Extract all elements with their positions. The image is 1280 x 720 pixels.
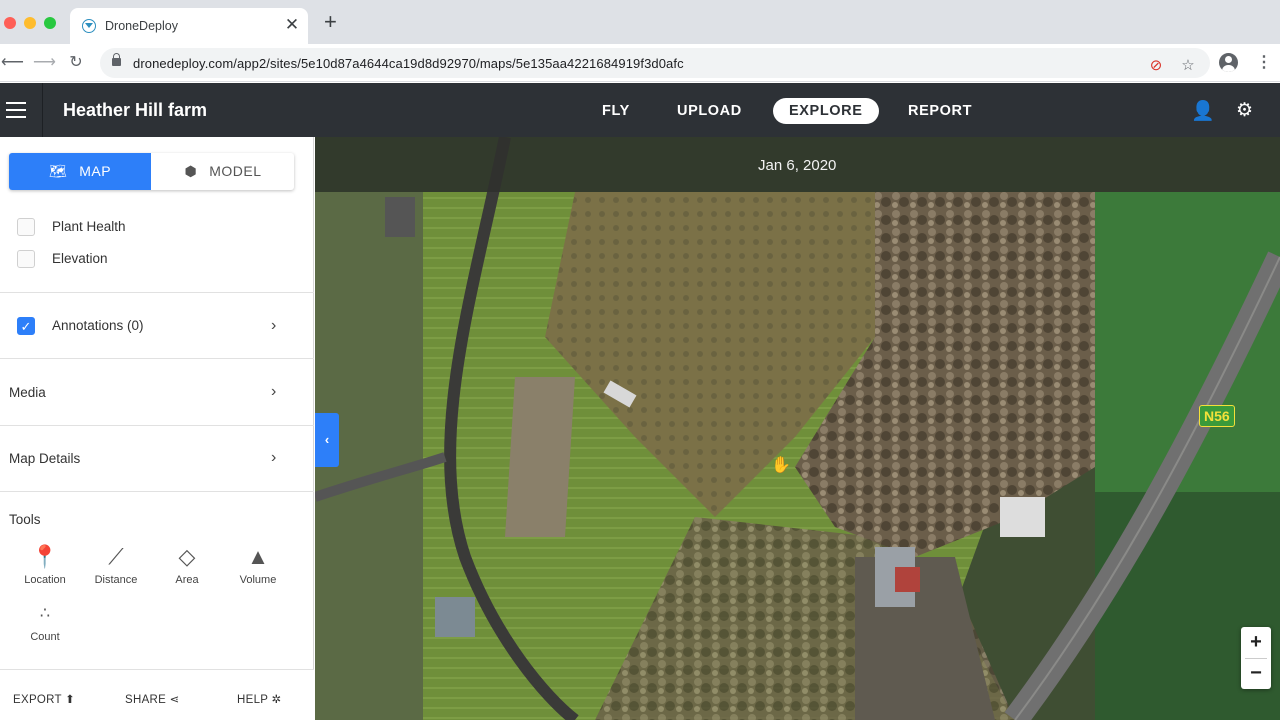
tool-area[interactable]: ◇ Area (157, 542, 217, 586)
divider (0, 292, 314, 293)
tool-distance-label: Distance (94, 574, 138, 586)
blocked-content-icon[interactable]: ⊘ (1146, 56, 1166, 74)
browser-tab-strip: DroneDeploy ✕ + (0, 0, 1280, 44)
upload-arrow-icon: ⬆ (65, 694, 76, 706)
nav-explore[interactable]: EXPLORE (773, 98, 879, 124)
export-button[interactable]: EXPORT ⬆ (13, 692, 75, 706)
forward-arrow-icon[interactable]: ⟶ (33, 52, 56, 72)
media-chevron-icon[interactable]: › (271, 383, 276, 401)
plant-health-label: Plant Health (52, 219, 126, 234)
tools-title: Tools (9, 512, 41, 527)
divider (0, 425, 314, 426)
tool-location[interactable]: 📍 Location (15, 542, 75, 586)
zoom-out-button[interactable]: − (1241, 658, 1271, 689)
back-arrow-icon[interactable]: ⟵ (1, 52, 24, 72)
help-label: HELP (237, 694, 269, 706)
window-minimize-dot[interactable] (24, 17, 36, 29)
nav-report[interactable]: REPORT (908, 103, 972, 119)
annotations-checkbox[interactable]: ✓ (17, 317, 35, 335)
share-icon: ⋖ (169, 694, 180, 706)
browser-menu-icon[interactable]: ⋮ (1256, 52, 1272, 72)
browser-tab[interactable]: DroneDeploy ✕ (70, 8, 308, 44)
model-view-label: MODEL (209, 163, 262, 179)
plant-health-checkbox[interactable] (17, 218, 35, 236)
site-title: Heather Hill farm (63, 100, 208, 120)
map-details-section[interactable]: Map Details (9, 451, 80, 466)
pyramid-icon: ▲ (247, 544, 269, 569)
tab-title: DroneDeploy (105, 19, 178, 33)
tab-close-icon[interactable]: ✕ (282, 15, 302, 35)
gear-icon[interactable]: ⚙ (1236, 99, 1253, 122)
share-button[interactable]: SHARE ⋖ (125, 692, 180, 706)
map-viewport[interactable]: Jan 6, 2020 (315, 137, 1280, 720)
hamburger-menu-icon[interactable] (6, 102, 26, 118)
annotations-label: Annotations (0) (52, 318, 144, 333)
add-user-icon[interactable]: 👤 (1191, 99, 1215, 123)
annotations-row[interactable]: ✓ Annotations (0) (17, 317, 297, 337)
nav-fly[interactable]: FLY (602, 103, 630, 119)
zoom-control: + − (1241, 627, 1271, 689)
dronedeploy-favicon-icon (82, 19, 96, 33)
media-section[interactable]: Media (9, 385, 46, 400)
tool-count[interactable]: ∴ Count (15, 599, 75, 643)
sidebar-footer: EXPORT ⬆ SHARE ⋖ HELP ✲ (0, 669, 314, 720)
lock-icon (112, 53, 121, 66)
zoom-in-button[interactable]: + (1241, 627, 1271, 658)
window-close-dot[interactable] (4, 17, 16, 29)
map-view-button[interactable]: 🗺 MAP (9, 153, 151, 190)
tool-distance[interactable]: ⟋ Distance (86, 542, 146, 586)
app-header: Heather Hill farm FLY UPLOAD EXPLORE REP… (0, 83, 1280, 137)
share-label: SHARE (125, 694, 167, 706)
tool-location-label: Location (24, 574, 66, 586)
capture-date: Jan 6, 2020 (758, 157, 837, 174)
ruler-line-icon: ⟋ (108, 544, 124, 569)
model-view-button[interactable]: ⬢ MODEL (152, 153, 294, 190)
reload-icon[interactable]: ↻ (65, 52, 87, 72)
browser-toolbar: ⟵ ⟶ ↻ dronedeploy.com/app2/sites/5e10d87… (0, 44, 1280, 82)
annotations-chevron-icon[interactable]: › (271, 317, 276, 335)
profile-avatar-icon[interactable] (1219, 53, 1238, 72)
tool-area-label: Area (175, 574, 199, 586)
map-icon: 🗺 (48, 163, 68, 179)
road-sign-label: N56 (1199, 405, 1235, 427)
map-view-label: MAP (79, 163, 112, 179)
cube-icon: ⬢ (184, 163, 198, 179)
date-banner: Jan 6, 2020 (315, 137, 1280, 192)
divider (0, 358, 314, 359)
elevation-checkbox[interactable] (17, 250, 35, 268)
help-button[interactable]: HELP ✲ (237, 692, 281, 706)
elevation-label: Elevation (52, 251, 108, 266)
new-tab-button[interactable]: + (324, 11, 337, 33)
polygon-icon: ◇ (178, 544, 196, 569)
export-label: EXPORT (13, 694, 62, 706)
window-zoom-dot[interactable] (44, 17, 56, 29)
url-text: dronedeploy.com/app2/sites/5e10d87a4644c… (133, 56, 684, 71)
bookmark-star-icon[interactable]: ☆ (1178, 56, 1198, 74)
hand-cursor-icon: ✋ (771, 457, 791, 474)
help-icon: ✲ (271, 694, 282, 706)
dots-icon: ∴ (39, 605, 51, 622)
divider (0, 491, 314, 492)
nav-upload[interactable]: UPLOAD (677, 103, 742, 119)
collapse-sidebar-button[interactable]: ‹ (315, 413, 339, 467)
tool-volume-label: Volume (239, 574, 277, 586)
tool-volume[interactable]: ▲ Volume (228, 542, 288, 586)
pin-icon: 📍 (31, 544, 59, 569)
address-bar[interactable]: dronedeploy.com/app2/sites/5e10d87a4644c… (100, 48, 1210, 78)
aerial-orthomosaic (315, 137, 1280, 720)
tool-count-label: Count (30, 631, 60, 643)
view-toggle: 🗺 MAP ⬢ MODEL (9, 153, 294, 190)
sidebar: 🗺 MAP ⬢ MODEL Plant Health Elevation ✓ Ann… (0, 137, 314, 720)
map-details-chevron-icon[interactable]: › (271, 449, 276, 467)
header-divider (42, 83, 43, 137)
chevron-left-icon: ‹ (324, 432, 330, 447)
